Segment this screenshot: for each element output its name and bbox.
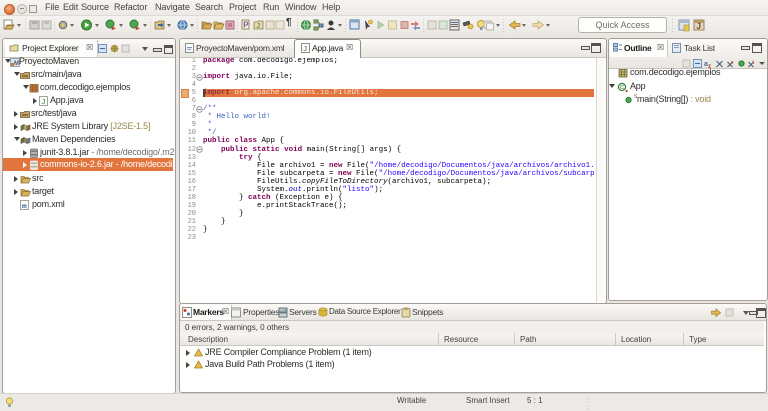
svg-text:M: M [23,204,26,209]
svg-text:C: C [620,85,624,91]
svg-text:s: s [731,60,734,65]
svg-text:J: J [42,97,46,106]
svg-text:J: J [257,23,261,30]
svg-text:J: J [697,22,701,31]
svg-text:1: 1 [752,60,755,65]
svg-text:P: P [243,21,249,30]
svg-text:J: J [303,44,307,53]
